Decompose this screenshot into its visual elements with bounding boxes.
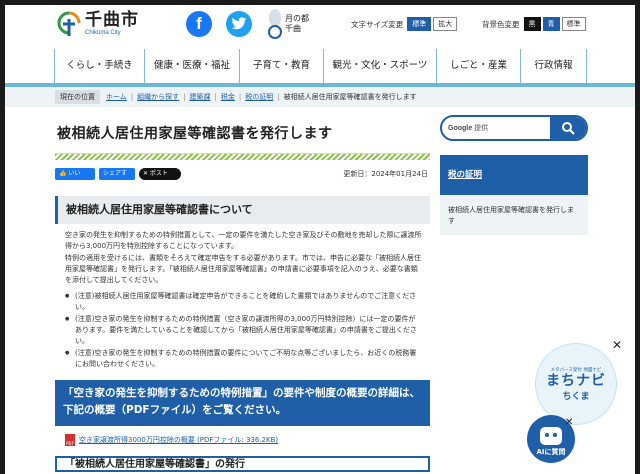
nav-item-shigoto[interactable]: しごと・産業 [436, 49, 520, 83]
nav-item-kanko[interactable]: 観光・文化・スポーツ [323, 49, 436, 83]
summary-callout: 「空き家の発生を抑制するための特例措置」の要件や制度の概要の詳細は、下記の概要（… [55, 380, 430, 426]
global-nav: くらし・手続き 健康・医療・福祉 子育て・教育 観光・文化・スポーツ しごと・産… [5, 49, 635, 83]
font-size-standard-button[interactable]: 標準 [407, 17, 432, 31]
nav-item-kosodate[interactable]: 子育て・教育 [239, 49, 323, 83]
nav-item-kurashi[interactable]: くらし・手続き [54, 49, 144, 83]
intro-paragraph-2: 特例の適用を受けるには、書類をそろえて確定申告をする必要があります。市では、申告… [65, 254, 421, 284]
page-title: 被相続人居住用家屋等確認書を発行します [57, 126, 333, 142]
pdf-row: PDF 空き家譲渡所得3000万円控除の概要 (PDFファイル: 336.2KB… [55, 426, 430, 446]
moon-city-logo[interactable]: 月の都 千曲 [268, 8, 309, 40]
breadcrumb-zei-shomei[interactable]: 税の証明 [245, 92, 273, 102]
site-search[interactable]: Google 提供 [440, 115, 588, 141]
title-divider [55, 153, 430, 160]
bg-blue-button[interactable]: 青 [542, 17, 560, 31]
share-row: 👍 いいね！ シェアする ✕ ポスト 更新日：2024年01月24日 [55, 166, 430, 190]
intro-paragraph-1: 空き家の発生を抑制するための特例措置として、一定の要件を満たした空き家及びその敷… [65, 231, 422, 250]
bg-color-label: 背景色変更 [482, 19, 520, 29]
font-size-label: 文字サイズ変更 [351, 19, 404, 29]
moon-line1: 月の都 [285, 14, 309, 23]
search-button[interactable] [550, 117, 586, 139]
moon-icon [268, 8, 282, 40]
bg-standard-button[interactable]: 標準 [561, 17, 586, 31]
facebook-like-button[interactable]: 👍 いいね！ [55, 168, 95, 189]
main-content: 被相続人居住用家屋等確認書を発行します 👍 いいね！ シェアする ✕ ポスト 更… [55, 115, 430, 472]
pdf-download-link[interactable]: 空き家譲渡所得3000万円控除の概要 (PDFファイル: 336.2KB) [79, 435, 278, 445]
search-icon [562, 122, 575, 135]
bg-black-button[interactable]: 黒 [523, 17, 541, 31]
breadcrumb-current: 被相続人居住用家屋等確認書を発行します [283, 93, 417, 101]
breadcrumb-kenchiku[interactable]: 建築課 [190, 92, 211, 102]
city-emblem-icon [57, 11, 81, 37]
google-brand: Google [448, 125, 473, 132]
ai-close-icon[interactable]: ✕ [565, 417, 573, 428]
search-input[interactable]: Google 提供 [448, 123, 488, 133]
pdf-icon: PDF [65, 434, 75, 446]
breadcrumb-here-label: 現在の位置 [55, 90, 100, 104]
machi-navi-widget[interactable]: メタバース受付 地図ナビ まちナビ ちくま [535, 343, 617, 425]
machi-big-label: まちナビ [546, 372, 606, 389]
bg-color-controls: 背景色変更 黒 青 標準 [482, 17, 586, 31]
breadcrumb-home[interactable]: ホーム [106, 92, 127, 102]
breadcrumb: 現在の位置 ホーム | 組織から探す | 建築課 | 税金 | 税の証明 | 被… [5, 87, 635, 107]
facebook-share-button[interactable]: シェアする [99, 168, 135, 189]
machi-sub-label: ちくま [562, 391, 590, 402]
note-item: (注意)空き家の発生を抑制するための特例措置の要件についてご不明な点等ございまし… [65, 348, 422, 370]
x-post-button[interactable]: ✕ ポスト [139, 168, 181, 180]
twitter-icon[interactable] [226, 11, 252, 37]
site-header: 千曲市 Chikuma City f 月の都 千曲 文字サイズ変更 標準 拡大 [5, 5, 635, 49]
updated-date: 更新日：2024年01月24日 [343, 170, 428, 178]
note-item: (注意)空き家の発生を抑制するための特例措置（空き家の譲渡所得の3,000万円特… [65, 314, 422, 347]
sidebar-item[interactable]: 被相続人居住用家屋等確認書を発行します [440, 195, 588, 235]
sidebar-heading[interactable]: 税の証明 [440, 155, 588, 195]
search-suffix: 提供 [474, 125, 489, 132]
nav-item-gyosei[interactable]: 行政情報 [520, 49, 587, 83]
sidebar: Google 提供 税の証明 被相続人居住用家屋等確認書を発行します [440, 115, 588, 235]
ai-robot-icon [540, 427, 562, 445]
city-name-en: Chikuma City [85, 30, 121, 36]
breadcrumb-zeikin[interactable]: 税金 [221, 92, 235, 102]
note-item: (注意)被相続人居住用家屋等確認書は確定申告ができることを確約した書類ではありま… [65, 291, 422, 313]
intro-text: 空き家の発生を抑制するための特例措置として、一定の要件を満たした空き家及びその敷… [55, 224, 430, 286]
moon-line2: 千曲 [285, 24, 301, 33]
machi-close-icon[interactable]: ✕ [612, 339, 624, 351]
font-size-large-button[interactable]: 拡大 [433, 17, 458, 31]
breadcrumb-organization[interactable]: 組織から探す [137, 92, 179, 102]
font-size-controls: 文字サイズ変更 標準 拡大 [351, 17, 458, 31]
nav-item-kenko[interactable]: 健康・医療・福祉 [144, 49, 239, 83]
page: 千曲市 Chikuma City f 月の都 千曲 文字サイズ変更 標準 拡大 [5, 5, 635, 474]
facebook-icon[interactable]: f [186, 11, 212, 37]
notes-list: (注意)被相続人居住用家屋等確認書は確定申告ができることを確約した書類ではありま… [55, 287, 430, 370]
section-heading: 被相続人居住用家屋等確認書について [55, 196, 430, 224]
city-logo[interactable]: 千曲市 Chikuma City [57, 11, 139, 37]
city-name: 千曲市 [85, 10, 139, 30]
ai-chat-label: AIに質問 [536, 448, 566, 456]
next-section-heading: 「被相続人居住用家屋等確認書」の発行 [55, 456, 430, 472]
